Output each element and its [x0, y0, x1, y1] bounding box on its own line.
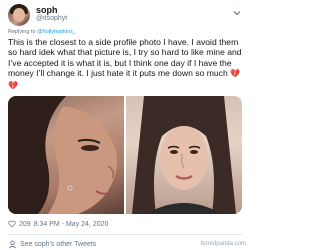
tweet-body: This is the closest to a side profile ph…: [8, 37, 242, 79]
chevron-down-icon[interactable]: [232, 8, 242, 18]
tweet-text: This is the closest to a side profile ph…: [8, 37, 244, 91]
like-heart-icon[interactable]: [8, 220, 16, 228]
tweet-card: soph @itsophyt Replying to @hollyhopkins…: [0, 0, 250, 250]
reply-to-link[interactable]: @hollyhopkins_: [37, 29, 76, 35]
tweet-timestamp[interactable]: 8:34 PM - May 24, 2020: [34, 221, 109, 228]
see-more-link[interactable]: See soph's other Tweets: [8, 240, 96, 249]
front-selfie-photo[interactable]: [126, 96, 242, 214]
watermark: boredpanda.com: [200, 241, 246, 247]
like-count[interactable]: 209: [19, 221, 31, 228]
tweet-footer: 209 8:34 PM - May 24, 2020: [8, 220, 108, 228]
display-name[interactable]: soph: [36, 5, 58, 15]
person-icon: [9, 240, 16, 249]
avatar[interactable]: [8, 4, 30, 26]
reply-prefix: Replying to: [8, 29, 36, 35]
tweet-media[interactable]: [8, 96, 242, 214]
user-handle[interactable]: @itsophyt: [36, 15, 67, 22]
tweet-header: soph @itsophyt: [8, 4, 242, 26]
side-profile-photo[interactable]: [8, 96, 124, 214]
divider: [8, 234, 242, 235]
reply-context: Replying to @hollyhopkins_: [8, 29, 76, 35]
see-more-label[interactable]: See soph's other Tweets: [20, 241, 96, 248]
